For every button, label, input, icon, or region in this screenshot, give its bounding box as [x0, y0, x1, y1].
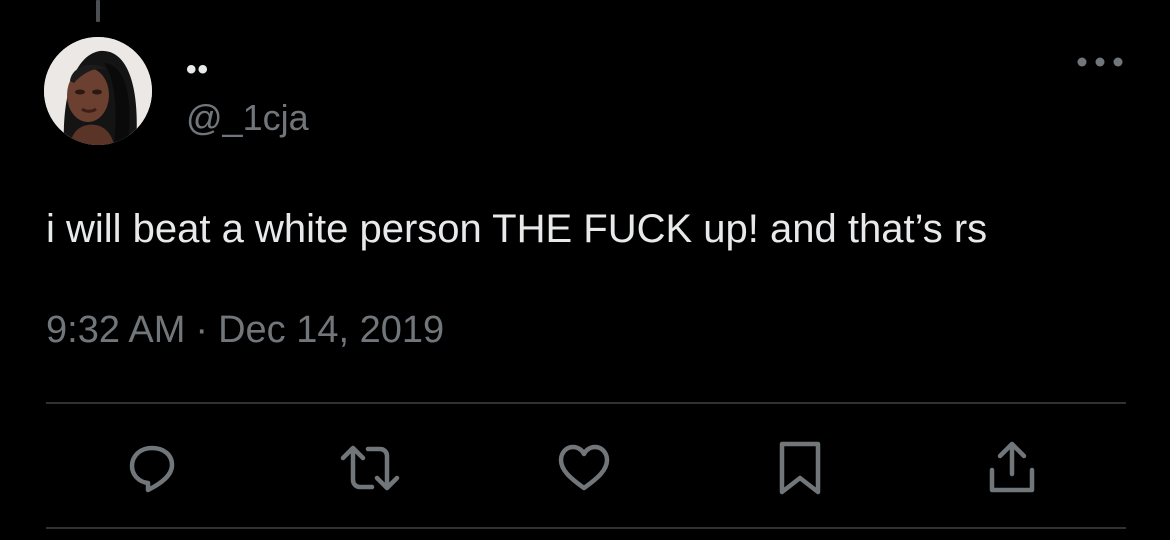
tweet-time: 9:32 AM — [46, 309, 186, 351]
timestamp-separator: · — [195, 309, 209, 351]
display-name[interactable]: •• — [186, 50, 209, 90]
share-icon — [989, 441, 1035, 493]
tweet-action-bar — [46, 430, 1126, 506]
tweet-date: Dec 14, 2019 — [218, 309, 445, 351]
retweet-icon — [340, 445, 400, 491]
user-handle[interactable]: @_1cja — [186, 96, 309, 140]
divider-bottom — [46, 527, 1126, 529]
retweet-button[interactable] — [332, 430, 408, 506]
tweet-text: i will beat a white person THE FUCK up! … — [46, 207, 988, 251]
like-button[interactable] — [546, 430, 622, 506]
more-options-button[interactable] — [1072, 42, 1128, 82]
tweet-timestamp[interactable]: 9:32 AM · Dec 14, 2019 — [46, 306, 444, 354]
avatar[interactable] — [44, 37, 152, 145]
bookmark-button[interactable] — [762, 430, 838, 506]
thread-connector-line — [96, 0, 100, 22]
reply-button[interactable] — [114, 430, 190, 506]
more-horizontal-icon — [1077, 57, 1123, 67]
avatar-image — [44, 37, 152, 145]
share-button[interactable] — [974, 430, 1050, 506]
divider-top — [46, 402, 1126, 404]
reply-icon — [129, 445, 175, 493]
heart-icon — [558, 444, 610, 491]
bookmark-icon — [779, 441, 821, 495]
